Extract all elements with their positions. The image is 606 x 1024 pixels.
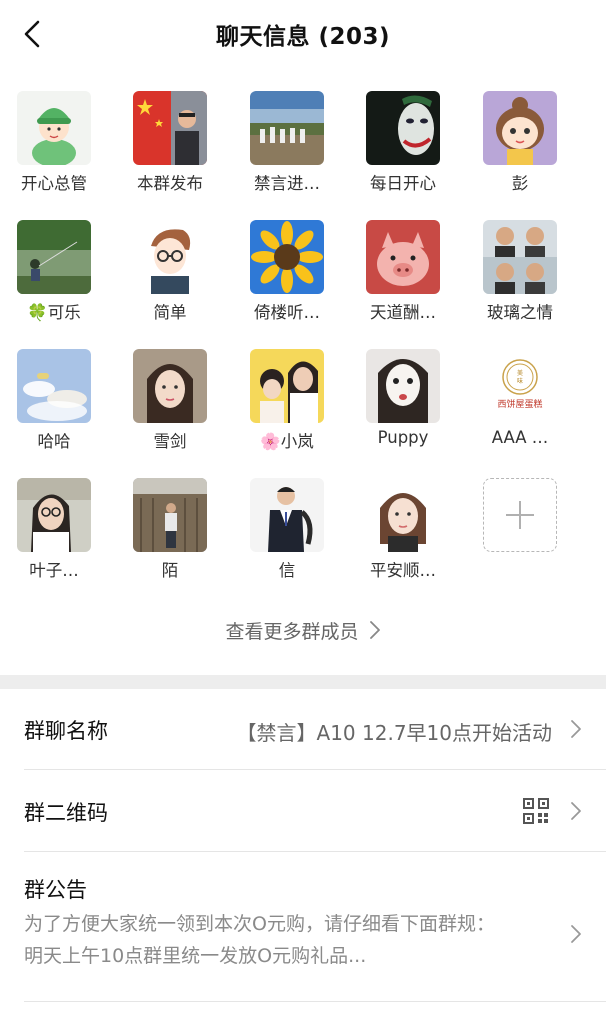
qr-code-icon: [523, 798, 549, 824]
member-name: 信: [278, 561, 296, 580]
avatar: 美 味 西饼屋蛋糕: [483, 349, 557, 423]
avatar: [250, 220, 324, 294]
member-item[interactable]: 天道酬…: [349, 217, 465, 329]
member-name: Puppy: [377, 428, 429, 447]
group-notice-text: 为了方便大家统一领到本次O元购，请仔细看下面群规： 明天上午10点群里统一发放O…: [24, 908, 544, 972]
group-qr-label: 群二维码: [24, 801, 108, 825]
member-item[interactable]: 平安顺…: [349, 475, 465, 587]
group-qr-row[interactable]: 群二维码: [24, 770, 606, 852]
avatar: [250, 478, 324, 552]
avatar: [17, 478, 91, 552]
avatar: [366, 478, 440, 552]
avatar: [250, 91, 324, 165]
member-item[interactable]: 彭: [466, 88, 582, 200]
member-item[interactable]: 🍀可乐: [0, 217, 116, 329]
avatar: [250, 349, 324, 423]
member-item[interactable]: 本群发布: [116, 88, 232, 200]
group-notice-label: 群公告: [24, 878, 87, 902]
member-name: 禁言进…: [254, 174, 320, 193]
member-item[interactable]: Puppy: [349, 346, 465, 458]
avatar: [366, 91, 440, 165]
member-name: 🍀可乐: [27, 303, 81, 322]
group-name-label: 群聊名称: [24, 719, 108, 743]
member-name: 雪剑: [153, 432, 187, 451]
member-item[interactable]: 美 味 西饼屋蛋糕 AAA …: [466, 346, 582, 458]
member-name: 陌: [161, 561, 179, 580]
member-name: 哈哈: [37, 432, 71, 451]
group-notice-row[interactable]: 群公告 为了方便大家统一领到本次O元购，请仔细看下面群规： 明天上午10点群里统…: [24, 852, 606, 1002]
svg-text:美: 美: [517, 369, 523, 377]
avatar: [17, 220, 91, 294]
chevron-right-icon: [571, 802, 581, 820]
member-item[interactable]: 叶子…: [0, 475, 116, 587]
member-item[interactable]: 陌: [116, 475, 232, 587]
chevron-right-icon: [571, 720, 581, 738]
avatar: [133, 478, 207, 552]
member-item[interactable]: 禁言进…: [233, 88, 349, 200]
notice-line-2: 明天上午10点群里统一发放O元购礼品...: [24, 945, 367, 967]
avatar: [133, 91, 207, 165]
member-item[interactable]: 开心总管: [0, 88, 116, 200]
member-name: 🌸小岚: [260, 432, 314, 451]
member-item[interactable]: 雪剑: [116, 346, 232, 458]
member-item[interactable]: 哈哈: [0, 346, 116, 458]
section-separator: [0, 675, 606, 689]
cake-shop-logo-text: 西饼屋蛋糕: [497, 398, 542, 410]
notice-line-1: 为了方便大家统一领到本次O元购，请仔细看下面群规：: [24, 913, 495, 935]
svg-text:味: 味: [517, 377, 523, 385]
member-item[interactable]: 🌸小岚: [233, 346, 349, 458]
member-item[interactable]: 信: [233, 475, 349, 587]
chevron-right-icon: [369, 621, 380, 639]
member-name: 彭: [511, 174, 529, 193]
member-name: 简单: [153, 303, 187, 322]
member-name: 本群发布: [137, 174, 203, 193]
member-name: 倚楼听…: [254, 303, 320, 322]
group-name-value: 【禁言】A10 12.7早10点开始活动: [236, 721, 552, 745]
member-item[interactable]: 每日开心: [349, 88, 465, 200]
member-item[interactable]: 简单: [116, 217, 232, 329]
member-item[interactable]: 玻璃之情: [466, 217, 582, 329]
avatar: [17, 349, 91, 423]
member-name: 开心总管: [21, 174, 87, 193]
avatar: [133, 349, 207, 423]
avatar: [483, 220, 557, 294]
view-more-label: 查看更多群成员: [225, 620, 359, 643]
view-more-members-link[interactable]: 查看更多群成员: [0, 612, 606, 648]
member-name: 每日开心: [370, 174, 436, 193]
avatar: [133, 220, 207, 294]
add-member-box[interactable]: [483, 478, 557, 552]
add-member-button[interactable]: [466, 475, 582, 587]
avatar: [366, 220, 440, 294]
chevron-right-icon: [571, 925, 581, 943]
page-title: 聊天信息 (203): [215, 24, 391, 50]
member-name: AAA …: [491, 428, 549, 447]
group-name-row[interactable]: 群聊名称 【禁言】A10 12.7早10点开始活动: [24, 689, 606, 770]
member-name: 平安顺…: [370, 561, 436, 580]
avatar: [483, 91, 557, 165]
member-name: 叶子…: [29, 561, 79, 580]
avatar: [17, 91, 91, 165]
plus-icon: [506, 501, 534, 529]
header: 聊天信息 (203): [0, 0, 606, 66]
member-item[interactable]: 倚楼听…: [233, 217, 349, 329]
member-name: 天道酬…: [370, 303, 436, 322]
member-name: 玻璃之情: [487, 303, 553, 322]
avatar: [366, 349, 440, 423]
